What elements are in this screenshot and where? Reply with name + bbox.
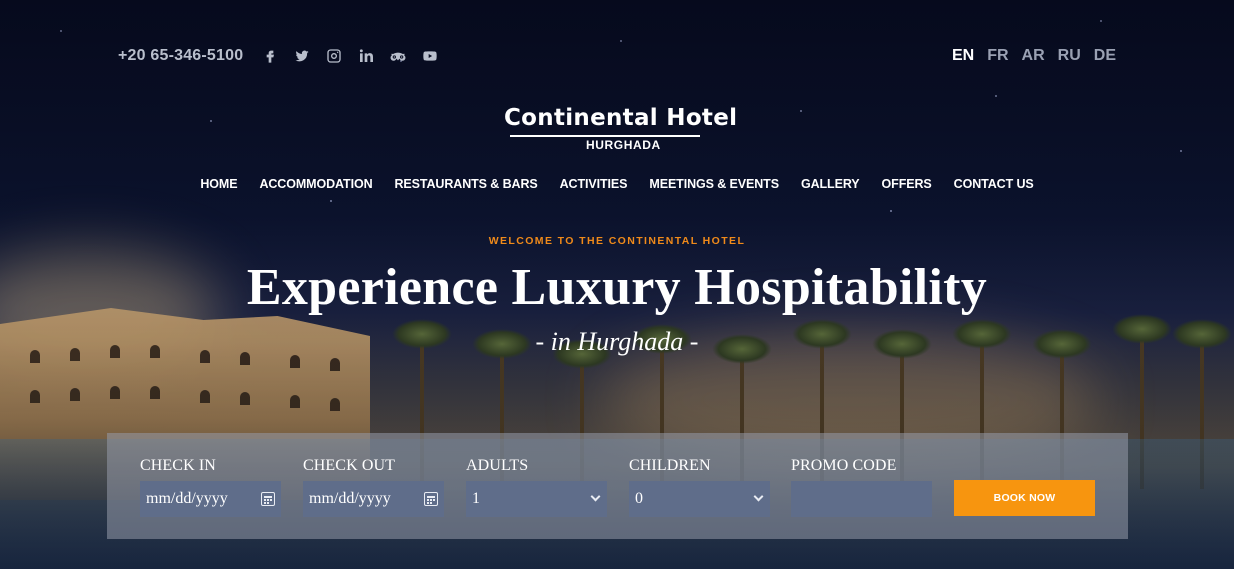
logo-name: Continental Hotel <box>504 105 738 131</box>
check-out-value: mm/dd/yyyy <box>309 490 391 507</box>
hotel-logo[interactable]: Continental Hotel HURGHADA <box>500 96 738 156</box>
nav-contact-us[interactable]: CONTACT US <box>954 177 1034 191</box>
nav-restaurants-bars[interactable]: RESTAURANTS & BARS <box>395 177 538 191</box>
booking-form: CHECK IN mm/dd/yyyy CHECK OUT mm/dd/yyyy… <box>107 433 1128 539</box>
check-out-label: CHECK OUT <box>303 457 396 474</box>
adults-select[interactable]: 1 <box>466 481 607 517</box>
contact-group: +20 65-346-5100 <box>118 47 439 65</box>
calendar-icon[interactable] <box>424 492 438 506</box>
lang-ar[interactable]: AR <box>1022 47 1045 65</box>
children-select[interactable]: 0 <box>629 481 770 517</box>
hero-headline: Experience Luxury Hospitability <box>246 259 988 316</box>
nav-meetings-events[interactable]: MEETINGS & EVENTS <box>649 177 779 191</box>
children-value: 0 <box>635 490 643 507</box>
youtube-icon[interactable] <box>421 47 439 65</box>
instagram-icon[interactable] <box>325 47 343 65</box>
logo-text: Continental Hotel HURGHADA <box>504 96 738 152</box>
check-in-input[interactable]: mm/dd/yyyy <box>140 481 281 517</box>
children-label: CHILDREN <box>629 457 711 474</box>
nav-gallery[interactable]: GALLERY <box>801 177 860 191</box>
top-bar: +20 65-346-5100 EN FR AR RU DE <box>118 44 1116 68</box>
lang-fr[interactable]: FR <box>987 47 1008 65</box>
nav-offers[interactable]: OFFERS <box>882 177 932 191</box>
nav-activities[interactable]: ACTIVITIES <box>560 177 628 191</box>
nav-home[interactable]: HOME <box>200 177 237 191</box>
check-out-input[interactable]: mm/dd/yyyy <box>303 481 444 517</box>
check-in-value: mm/dd/yyyy <box>146 490 228 507</box>
lang-de[interactable]: DE <box>1094 47 1116 65</box>
children-field: CHILDREN 0 <box>629 457 770 517</box>
twitter-icon[interactable] <box>293 47 311 65</box>
logo-divider <box>510 135 700 137</box>
check-out-field: CHECK OUT mm/dd/yyyy <box>303 457 444 517</box>
chevron-down-icon <box>590 491 601 502</box>
hero-subline: - in Hurghada - <box>535 327 699 356</box>
adults-field: ADULTS 1 <box>466 457 607 517</box>
hero-eyebrow: WELCOME TO THE CONTINENTAL HOTEL <box>488 235 746 247</box>
lang-en[interactable]: EN <box>952 47 974 65</box>
linkedin-icon[interactable] <box>357 47 375 65</box>
adults-label: ADULTS <box>466 457 529 474</box>
nav-accommodation[interactable]: ACCOMMODATION <box>259 177 372 191</box>
language-switcher: EN FR AR RU DE <box>952 47 1116 65</box>
facebook-icon[interactable] <box>261 47 279 65</box>
promo-code-label: PROMO CODE <box>791 457 897 474</box>
chevron-down-icon <box>753 491 764 502</box>
calendar-icon[interactable] <box>261 492 275 506</box>
check-in-label: CHECK IN <box>140 457 216 474</box>
book-now-button[interactable]: BOOK NOW <box>954 480 1095 516</box>
phone-number[interactable]: +20 65-346-5100 <box>118 47 243 65</box>
tripadvisor-icon[interactable] <box>389 47 407 65</box>
check-in-field: CHECK IN mm/dd/yyyy <box>140 457 281 517</box>
promo-code-field: PROMO CODE <box>791 457 932 517</box>
logo-location: HURGHADA <box>586 138 661 152</box>
promo-code-input[interactable] <box>791 481 932 517</box>
adults-value: 1 <box>472 490 480 507</box>
main-navigation: HOME ACCOMMODATION RESTAURANTS & BARS AC… <box>0 177 1234 191</box>
lang-ru[interactable]: RU <box>1058 47 1081 65</box>
